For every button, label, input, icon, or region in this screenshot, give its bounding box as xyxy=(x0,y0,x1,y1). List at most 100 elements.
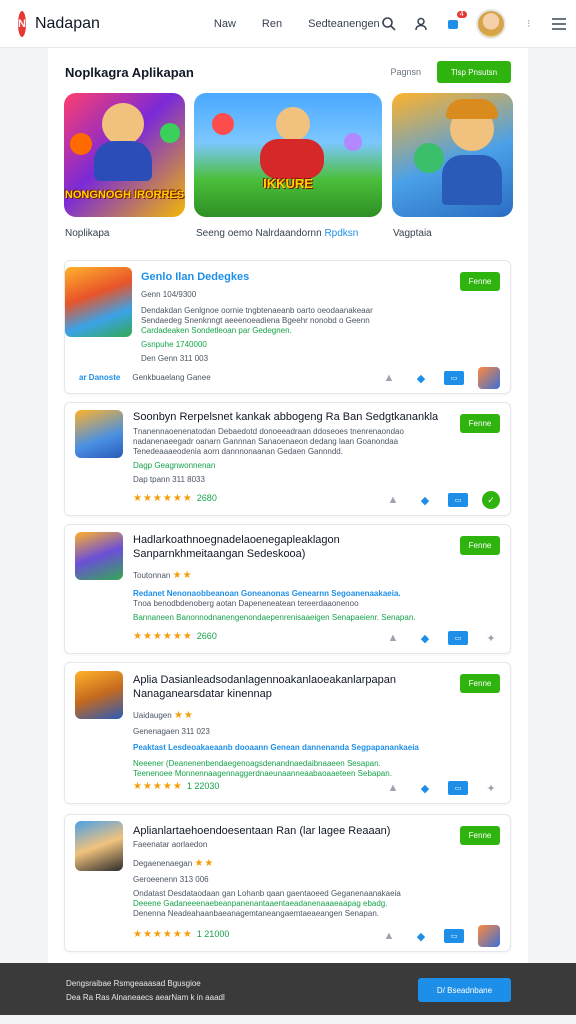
section-link[interactable]: Pagnsn xyxy=(390,67,421,77)
star-rating-icon: ★★★★★★ xyxy=(133,929,193,940)
tag-icon[interactable]: ◆ xyxy=(416,779,434,797)
card-actions: ▲ ◆ ▭ ✦ xyxy=(384,629,500,647)
brand-name[interactable]: Nadapan xyxy=(35,15,100,33)
app-meta: Genn 104/9300 xyxy=(141,290,197,299)
top-bar: N Nadapan Naw Ren Sedteanengen 4 ⁝ xyxy=(0,0,576,48)
app-desc-1: Redanet Nenonaobbeanoan Goneanonas Genea… xyxy=(133,589,401,598)
featured-caption-3: Vagptaia xyxy=(393,228,432,239)
app-desc-3: Cardadeaken Sondetleoan par Gedegnen. xyxy=(141,326,292,335)
search-icon[interactable] xyxy=(380,15,398,33)
section-action-button[interactable]: Tlsp Pnsutsn xyxy=(437,61,511,83)
app-title[interactable]: Aplianlartaehoendoesentaan Ran (lar lage… xyxy=(133,824,433,838)
tag-icon[interactable]: ◆ xyxy=(412,927,430,945)
app-version: Den Genn 311 003 xyxy=(141,354,209,363)
nav-item-settings[interactable]: Sedteanengen xyxy=(308,18,380,30)
featured-caption-link[interactable]: Rpdksn xyxy=(324,228,358,239)
more-icon[interactable]: ⁝ xyxy=(520,15,538,33)
nav-item-ren[interactable]: Ren xyxy=(262,18,282,30)
app-card-1[interactable]: Genlo Ilan Dedegkes Genn 104/9300 Dendak… xyxy=(64,260,511,394)
app-card-2[interactable]: Soonbyn Rerpelsnet kankak abbogeng Ra Ba… xyxy=(64,402,511,516)
check-icon[interactable]: ✓ xyxy=(482,491,500,509)
app-category: Dagp Geagnwonnenan xyxy=(133,461,216,470)
app-version: Geroeenenn 313 006 xyxy=(133,875,209,884)
app-desc-2: Sendaedeg Snenknngt aeeenoeadiena Bgeehr… xyxy=(141,316,370,325)
tag-icon[interactable]: ◆ xyxy=(412,369,430,387)
app-title[interactable]: Soonbyn Rerpelsnet kankak abbogeng Ra Ba… xyxy=(133,410,453,424)
rating-count: 2660 xyxy=(196,631,217,641)
app-card-5[interactable]: Aplianlartaehoendoesentaan Ran (lar lage… xyxy=(64,814,511,952)
get-button[interactable]: Fenne xyxy=(460,674,500,693)
thumb-icon[interactable]: ▲ xyxy=(380,927,398,945)
app-meta-text: Uaidaugen xyxy=(133,711,172,720)
window-icon[interactable]: ▭ xyxy=(448,631,468,645)
banner-accept-button[interactable]: D/ Bseadnbane xyxy=(418,978,511,1002)
menu-icon[interactable] xyxy=(551,15,570,33)
main-panel: Noplkagra Aplikapan Pagnsn Tlsp Pnsutsn … xyxy=(48,48,528,963)
thumb-icon[interactable]: ▲ xyxy=(384,779,402,797)
star-rating-icon: ★★★★★★ xyxy=(133,493,193,504)
app-logo[interactable]: N xyxy=(18,10,26,37)
star-icon: ★★ xyxy=(194,859,215,869)
app-thumbnail[interactable] xyxy=(75,532,123,580)
featured-tile-3[interactable] xyxy=(392,93,513,217)
header-icons: 4 ⁝ xyxy=(380,8,570,39)
user-icon[interactable] xyxy=(412,15,430,33)
developer-avatar[interactable] xyxy=(478,925,500,947)
get-button[interactable]: Fenne xyxy=(460,272,500,291)
app-rating: ★★★★★★ 2680 xyxy=(133,493,217,504)
app-desc-1: Ondatast Desdataodaan gan Lohanb qaan ga… xyxy=(133,889,401,898)
featured-tile-1[interactable]: NONGNOGH IRORRES xyxy=(64,93,185,217)
featured-tile-2[interactable]: IKKURE xyxy=(194,93,382,217)
thumb-icon[interactable]: ▲ xyxy=(384,491,402,509)
puzzle-icon[interactable]: ✦ xyxy=(482,629,500,647)
app-desc-2: Deeene Gadaneeenaebeanpanenantaaentaeada… xyxy=(133,899,388,908)
app-meta: Uaidaugen ★★ xyxy=(133,711,194,721)
app-thumbnail[interactable] xyxy=(75,671,123,719)
banner-line-1: Dengsraibae Rsmgeaaasad Bgusgioe xyxy=(66,979,201,988)
app-card-4[interactable]: Aplia Dasianleadsodanlagennoakanlaoeakan… xyxy=(64,662,511,804)
app-version: Dap tpann 311 8033 xyxy=(133,475,205,484)
app-category-text: Degaenenaegan xyxy=(133,859,193,868)
app-card-3[interactable]: Hadlarkoathnoegnadelaoenegapleaklagon Sa… xyxy=(64,524,511,654)
notification-icon[interactable]: 4 xyxy=(444,10,467,33)
thumb-icon[interactable]: ▲ xyxy=(380,369,398,387)
thumb-icon[interactable]: ▲ xyxy=(384,629,402,647)
cookie-banner: Dengsraibae Rsmgeaaasad Bgusgioe Dea Ra … xyxy=(0,963,576,1015)
tag-icon[interactable]: ◆ xyxy=(416,491,434,509)
puzzle-icon[interactable]: ✦ xyxy=(482,779,500,797)
app-thumbnail[interactable] xyxy=(75,821,123,871)
app-desc-2: Neeener (Deanenenbendaegenoagsdenandnaed… xyxy=(133,759,381,768)
window-icon[interactable]: ▭ xyxy=(444,929,464,943)
featured-art-title: IKKURE xyxy=(263,176,313,191)
logo-letter: N xyxy=(18,17,26,30)
app-desc-3: Denenna Neadeahaanbaeanagemtaneangaemtae… xyxy=(133,909,379,918)
tag-icon[interactable]: ◆ xyxy=(416,629,434,647)
app-downloads: Gsnpuhe 1740000 xyxy=(141,340,207,349)
get-button[interactable]: Fenne xyxy=(460,826,500,845)
developer-avatar[interactable] xyxy=(478,367,500,389)
get-button[interactable]: Fenne xyxy=(460,536,500,555)
app-meta: Faeenatar aorlaedon xyxy=(133,840,208,849)
card-actions: ▲ ◆ ▭ ✓ xyxy=(384,491,500,509)
app-rating: ★★★★★ 1 22030 xyxy=(133,781,219,792)
app-title[interactable]: Genlo Ilan Dedegkes xyxy=(141,270,249,284)
star-rating-icon: ★★★★★★ xyxy=(133,631,193,642)
app-thumbnail[interactable] xyxy=(75,410,123,458)
app-desc-3: Bannaneen Banonnodnanengenondaepenrenisa… xyxy=(133,613,416,622)
banner-line-2: Dea Ra Ras Alnaneaecs aearNam k in aaadl xyxy=(66,993,225,1002)
get-button[interactable]: Fenne xyxy=(460,414,500,433)
app-meta: Toutonnan ★★ xyxy=(133,571,193,581)
app-footnote-text: Genkbuaelang Ganee xyxy=(132,373,211,382)
notification-badge: 4 xyxy=(456,10,467,18)
window-icon[interactable]: ▭ xyxy=(448,781,468,795)
app-thumbnail[interactable] xyxy=(65,267,132,337)
app-title[interactable]: Hadlarkoathnoegnadelaoenegapleaklagon Sa… xyxy=(133,533,433,561)
window-icon[interactable]: ▭ xyxy=(448,493,468,507)
window-icon[interactable]: ▭ xyxy=(444,371,464,385)
avatar[interactable] xyxy=(475,8,506,39)
rating-count: 1 22030 xyxy=(186,781,220,791)
app-title[interactable]: Aplia Dasianleadsodanlagennoakanlaoeakan… xyxy=(133,673,433,701)
app-meta-text: Toutonnan xyxy=(133,571,171,580)
nav-item-new[interactable]: Naw xyxy=(214,18,236,30)
app-footnote-link[interactable]: ar Danoste xyxy=(79,373,120,382)
